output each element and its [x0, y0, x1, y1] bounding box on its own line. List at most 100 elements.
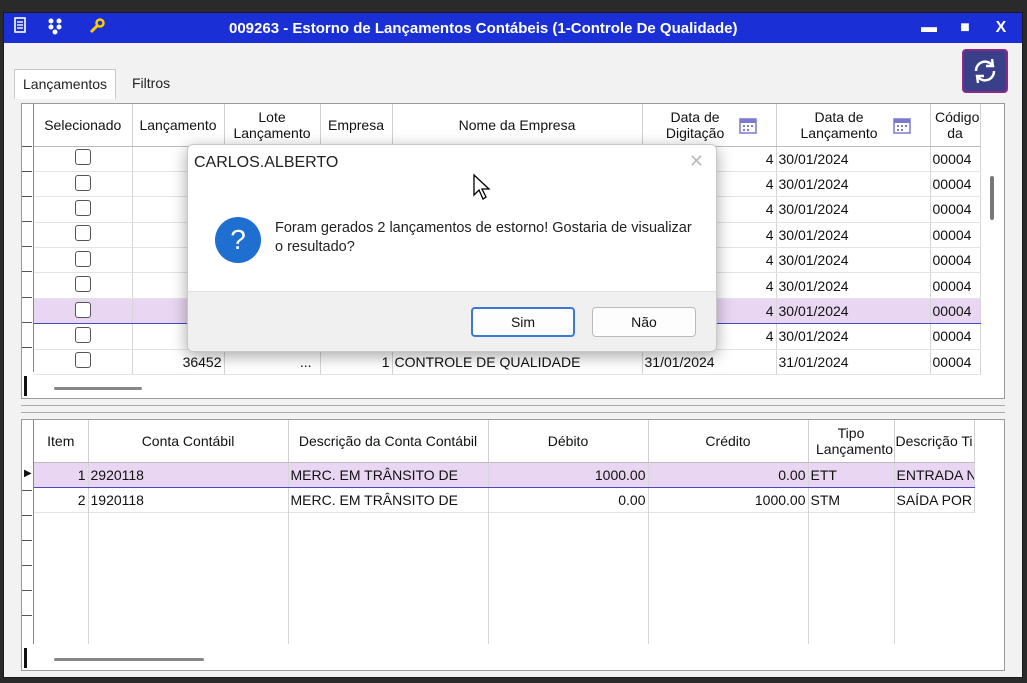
table-row[interactable]: 2 1920118 MERC. EM TRÂNSITO DE 0.00 1000.00 S…	[34, 487, 975, 514]
table-row[interactable]: 36452... 1 CONTROLE DE QUALIDADE 31/01/2024…	[34, 349, 981, 376]
header-empresa[interactable]: Empresa	[320, 104, 393, 147]
cell-lote: ...	[224, 349, 321, 376]
window-title: 009263 - Estorno de Lançamentos Contábei…	[229, 20, 738, 37]
cell-debito: 1000.00	[488, 461, 649, 488]
cell-selecionado	[34, 146, 133, 172]
header-data-lancamento-label: Data de Lançamento	[800, 108, 878, 141]
header-nome-empresa[interactable]: Nome da Empresa	[392, 104, 643, 147]
cell-credito: 1000.00	[648, 487, 809, 514]
cell-tipo: ETT	[808, 461, 895, 488]
header-lote[interactable]: Lote Lançamento	[224, 104, 321, 147]
header-selecionado[interactable]: Selecionado	[34, 104, 133, 147]
cell-item: 2	[34, 487, 89, 514]
dialog-footer: Sim Não	[188, 291, 716, 351]
cell-selecionado	[34, 272, 133, 299]
cell-selecionado	[34, 247, 133, 274]
cell-descricao: MERC. EM TRÂNSITO DE	[288, 487, 489, 514]
cell-codigo: 00004	[930, 272, 981, 299]
cell-conta: 2920118	[88, 461, 289, 488]
header-codigo[interactable]: Código da	[930, 104, 981, 147]
dialog-close-icon[interactable]: ✕	[689, 151, 704, 172]
cell-data-lancamento: 30/01/2024	[776, 272, 931, 299]
mouse-cursor-icon	[473, 173, 491, 200]
row-checkbox[interactable]	[74, 326, 91, 343]
header-conta-contabil[interactable]: Conta Contábil	[88, 420, 289, 463]
calendar-icon[interactable]	[739, 116, 757, 134]
refresh-button[interactable]	[962, 49, 1008, 93]
dialog-message: Foram gerados 2 lançamentos de estorno! …	[275, 220, 692, 255]
header-descricao-tipo[interactable]: Descrição Ti	[894, 420, 975, 463]
main-window: 009263 - Estorno de Lançamentos Contábei…	[3, 12, 1023, 678]
cell-selecionado	[34, 171, 133, 198]
menu-icon[interactable]	[10, 17, 32, 39]
cell-nome-empresa: CONTROLE DE QUALIDADE	[392, 349, 643, 376]
header-credito[interactable]: Crédito	[648, 420, 809, 463]
cell-data-lancamento: 30/01/2024	[776, 297, 931, 325]
cell-codigo: 00004	[930, 146, 981, 172]
row-checkbox[interactable]	[74, 250, 91, 267]
cell-data-lancamento: 30/01/2024	[776, 171, 931, 198]
header-lancamento[interactable]: Lançamento	[132, 104, 225, 147]
cell-credito: 0.00	[648, 461, 809, 488]
header-data-lancamento[interactable]: Data de Lançamento	[776, 104, 931, 147]
cell-codigo: 00004	[930, 349, 981, 376]
no-button[interactable]: Não	[592, 307, 696, 337]
row-checkbox[interactable]	[74, 276, 91, 293]
wrench-icon[interactable]	[86, 17, 108, 39]
calendar-icon[interactable]	[893, 116, 911, 134]
question-icon: ?	[215, 217, 261, 263]
cell-lancamento: 36452	[132, 349, 225, 376]
row-checkbox[interactable]	[74, 301, 91, 318]
cell-tipo: STM	[808, 487, 895, 514]
title-bar: 009263 - Estorno de Lançamentos Contábei…	[4, 13, 1022, 43]
cell-data-lancamento: 31/01/2024	[776, 349, 931, 376]
header-data-digitacao[interactable]: Data de Digitação	[642, 104, 777, 147]
cell-codigo: 00004	[930, 247, 981, 274]
cell-descricao-tipo: SAÍDA POR	[894, 487, 975, 514]
header-descricao-conta[interactable]: Descrição da Conta Contábil	[288, 420, 489, 463]
cell-codigo: 00004	[930, 196, 981, 223]
current-row-indicator: ▶	[24, 468, 32, 479]
horizontal-scrollbar[interactable]	[34, 652, 974, 666]
maximize-button[interactable]: ■	[952, 16, 978, 40]
minimize-button[interactable]: ▬	[916, 16, 942, 40]
scroll-marker	[24, 376, 27, 396]
cell-data-digitacao: 31/01/2024	[642, 349, 777, 376]
horizontal-scrollbar[interactable]	[34, 381, 980, 395]
cell-data-lancamento: 30/01/2024	[776, 247, 931, 274]
scroll-marker	[24, 648, 27, 668]
cell-codigo: 00004	[930, 323, 981, 350]
tab-lancamentos[interactable]: Lançamentos	[14, 69, 117, 99]
row-checkbox[interactable]	[74, 149, 91, 166]
header-tipo-lancamento[interactable]: Tipo Lançamento	[808, 420, 895, 463]
cell-descricao-tipo: ENTRADA N	[894, 461, 975, 488]
row-checkbox[interactable]	[74, 199, 91, 216]
header-data-digitacao-label: Data de Digitação	[665, 108, 725, 141]
cell-conta: 1920118	[88, 487, 289, 514]
yes-button[interactable]: Sim	[471, 307, 575, 337]
cell-codigo: 00004	[930, 171, 981, 198]
tab-filtros[interactable]: Filtros	[124, 69, 178, 99]
refresh-icon	[974, 58, 996, 84]
cell-codigo: 00004	[930, 222, 981, 249]
cell-selecionado	[34, 196, 133, 223]
cell-debito: 0.00	[488, 487, 649, 514]
cell-data-lancamento: 30/01/2024	[776, 222, 931, 249]
cell-selecionado	[34, 323, 133, 350]
table-row[interactable]: 1 2920118 MERC. EM TRÂNSITO DE 1000.00 0.00 E…	[34, 461, 975, 488]
cell-selecionado	[34, 349, 133, 376]
header-codigo-label: Código da	[935, 108, 980, 141]
vertical-scrollbar[interactable]	[990, 176, 994, 220]
close-button[interactable]: X	[988, 16, 1014, 40]
row-checkbox[interactable]	[74, 174, 91, 191]
header-item[interactable]: Item	[34, 420, 89, 463]
panel-splitter[interactable]	[21, 405, 1005, 413]
tree-icon[interactable]	[44, 17, 66, 39]
header-debito[interactable]: Débito	[488, 420, 649, 463]
dialog-title: CARLOS.ALBERTO	[194, 154, 339, 171]
header-lote-label: Lote Lançamento	[233, 108, 311, 141]
row-checkbox[interactable]	[74, 352, 91, 369]
cell-selecionado	[34, 222, 133, 249]
row-indicator-column: ▶	[22, 420, 34, 644]
row-checkbox[interactable]	[74, 225, 91, 242]
